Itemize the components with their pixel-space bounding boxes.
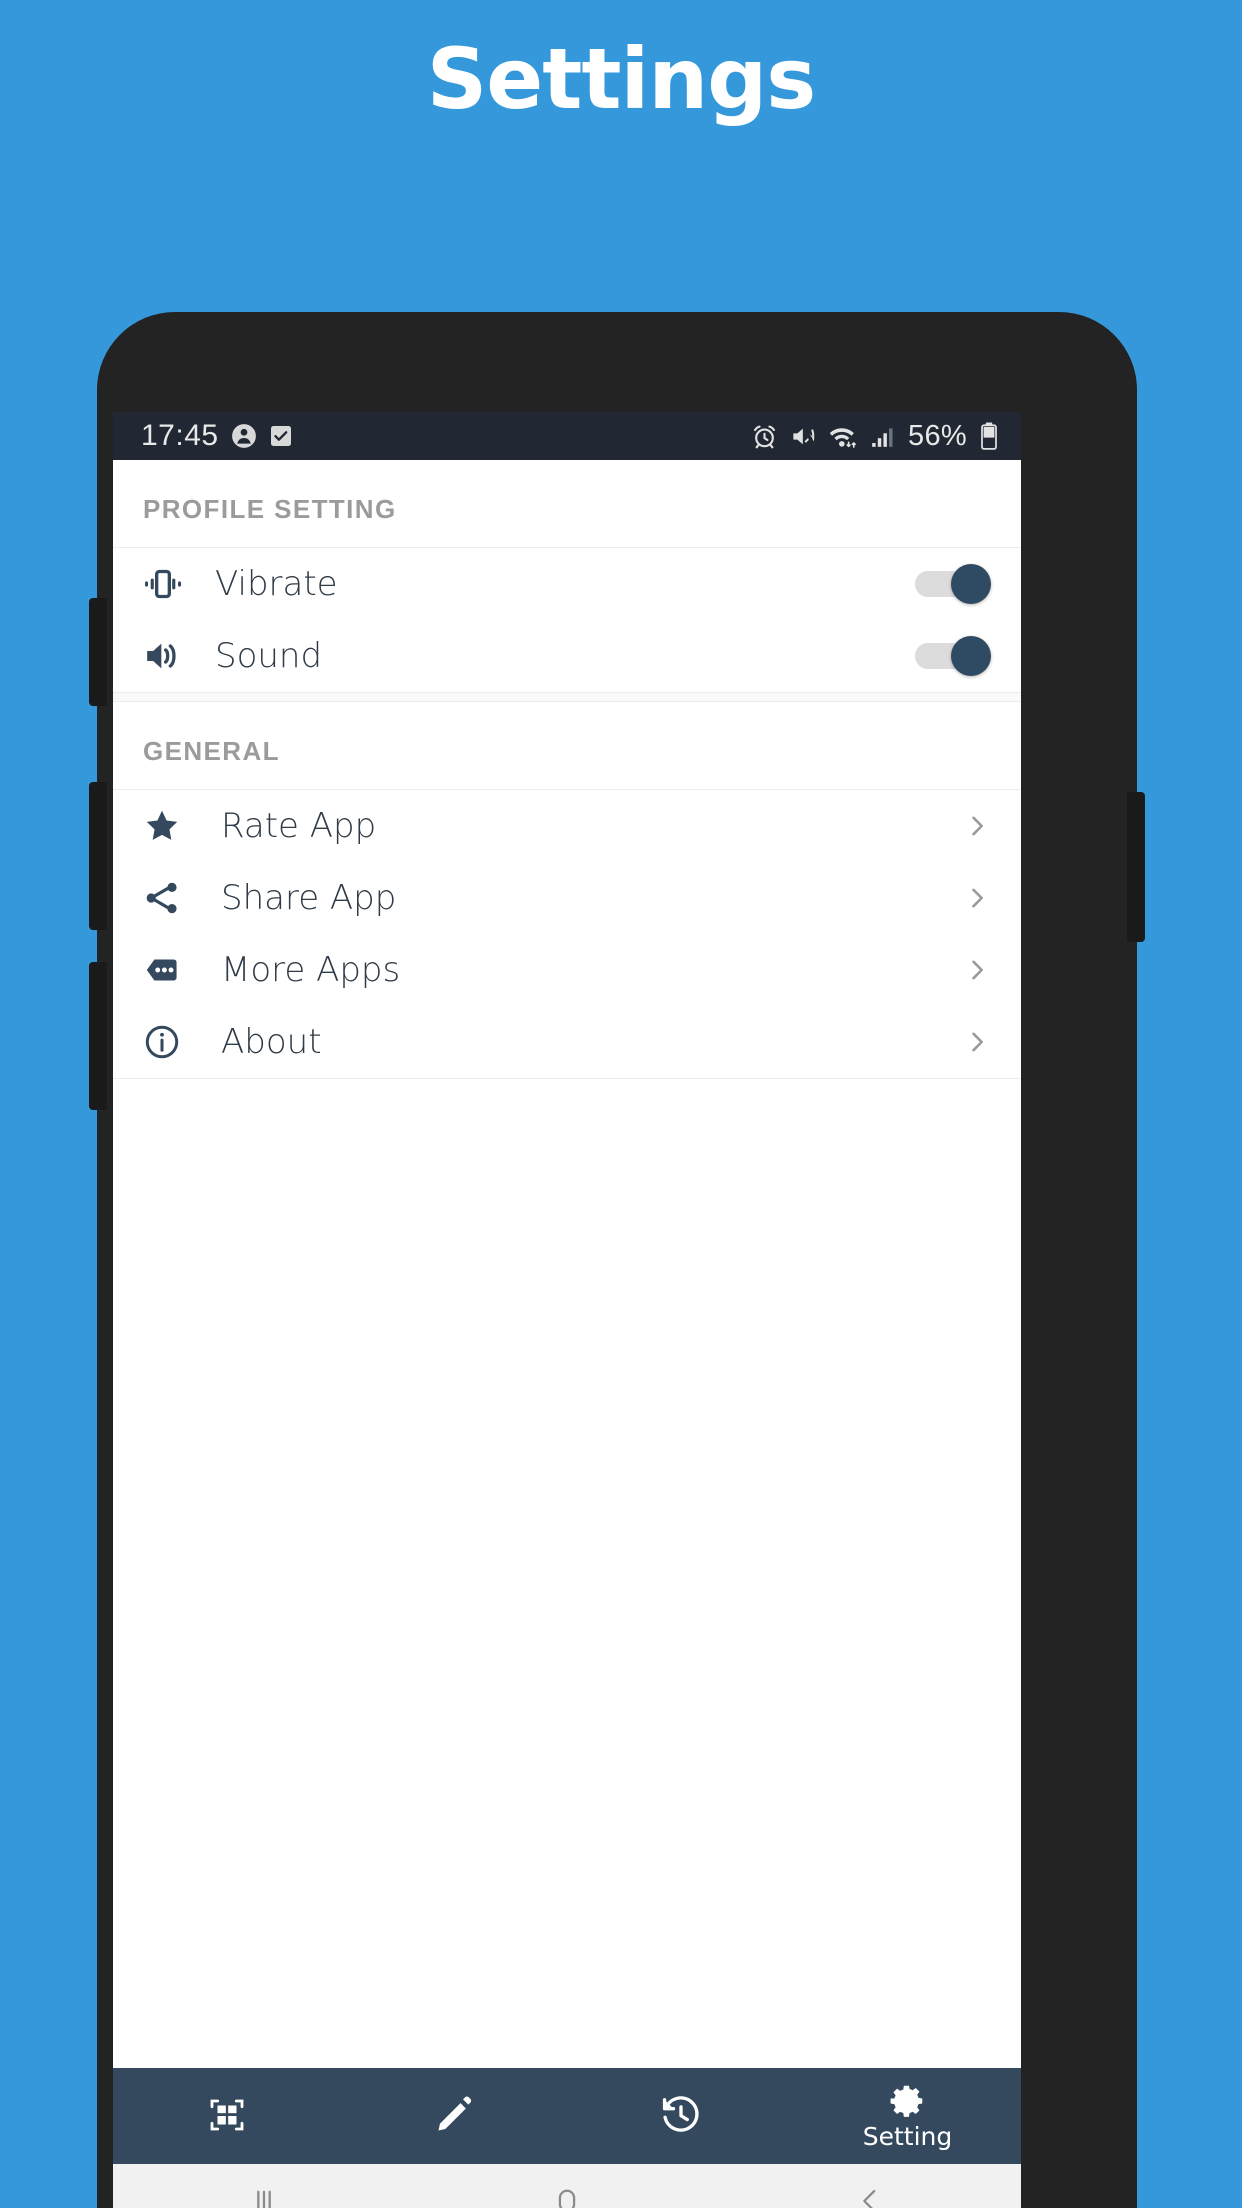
recents-icon — [247, 2184, 281, 2208]
back-button[interactable] — [718, 2184, 1021, 2208]
chevron-right-icon — [963, 812, 991, 840]
settings-row-label: Sound — [215, 636, 323, 676]
nav-item-edit[interactable] — [340, 2095, 567, 2137]
battery-percent-label: 56% — [908, 419, 967, 452]
phone-side-button-volume-up — [89, 598, 107, 706]
recents-button[interactable] — [113, 2184, 416, 2208]
toggle-thumb — [951, 564, 991, 604]
wifi-icon — [829, 423, 858, 450]
page-title: Settings — [426, 30, 817, 128]
settings-row-label: About — [221, 1022, 322, 1062]
settings-row-label: Share App — [221, 878, 397, 918]
bottom-navigation-bar: Setting — [113, 2068, 1021, 2164]
settings-row-label: Vibrate — [215, 564, 338, 604]
section-divider — [113, 692, 1021, 702]
person-icon — [231, 423, 257, 449]
system-navigation-bar — [113, 2164, 1021, 2208]
content-empty-area — [113, 1079, 1021, 1639]
phone-frame: 17:45 56% PROFILE SETTING Vibrate Sound … — [89, 312, 1145, 2208]
nav-item-setting[interactable]: Setting — [794, 2082, 1021, 2151]
phone-side-button-volume-down — [89, 782, 107, 930]
history-icon — [660, 2094, 702, 2136]
phone-side-button-power — [1127, 792, 1145, 942]
nav-item-history[interactable] — [567, 2094, 794, 2138]
settings-row-sound[interactable]: Sound — [113, 620, 1021, 692]
mute-vibrate-icon — [790, 423, 817, 450]
checkbox-checked-icon — [269, 424, 293, 448]
status-bar-clock: 17:45 — [141, 419, 219, 452]
nav-item-label: Setting — [862, 2121, 953, 2151]
chevron-right-icon — [963, 956, 991, 984]
phone-side-button-bixby — [89, 962, 107, 1110]
gear-icon — [889, 2082, 927, 2120]
nav-item-collage[interactable] — [113, 2095, 340, 2137]
alarm-icon — [751, 423, 778, 450]
settings-row-share-app[interactable]: Share App — [113, 862, 1021, 934]
status-bar: 17:45 56% — [113, 412, 1021, 460]
settings-content: PROFILE SETTING Vibrate Sound GENERAL Ra… — [113, 460, 1021, 2068]
section-header-general: GENERAL — [113, 702, 1021, 790]
settings-row-label: More Apps — [221, 950, 401, 990]
settings-row-about[interactable]: About — [113, 1006, 1021, 1078]
more-apps-icon — [143, 951, 199, 989]
home-icon — [550, 2184, 584, 2208]
chevron-right-icon — [963, 1028, 991, 1056]
share-icon — [143, 879, 199, 917]
pencil-icon — [434, 2095, 474, 2135]
vibrate-toggle[interactable] — [915, 564, 991, 604]
sound-toggle[interactable] — [915, 636, 991, 676]
phone-screen: 17:45 56% PROFILE SETTING Vibrate Sound … — [113, 412, 1021, 2208]
info-icon — [143, 1023, 199, 1061]
chevron-right-icon — [963, 884, 991, 912]
status-bar-left: 17:45 — [141, 419, 293, 453]
back-icon — [853, 2184, 887, 2208]
battery-icon — [979, 422, 999, 450]
settings-row-label: Rate App — [221, 806, 377, 846]
settings-row-rate-app[interactable]: Rate App — [113, 790, 1021, 862]
sound-icon — [143, 636, 199, 676]
section-header-profile-setting: PROFILE SETTING — [113, 460, 1021, 548]
collage-icon — [207, 2095, 247, 2135]
settings-row-more-apps[interactable]: More Apps — [113, 934, 1021, 1006]
toggle-thumb — [951, 636, 991, 676]
signal-icon — [870, 423, 896, 449]
star-icon — [143, 807, 199, 845]
status-bar-right: 56% — [751, 420, 999, 453]
home-button[interactable] — [416, 2184, 719, 2208]
vibrate-icon — [143, 564, 199, 604]
settings-row-vibrate[interactable]: Vibrate — [113, 548, 1021, 620]
